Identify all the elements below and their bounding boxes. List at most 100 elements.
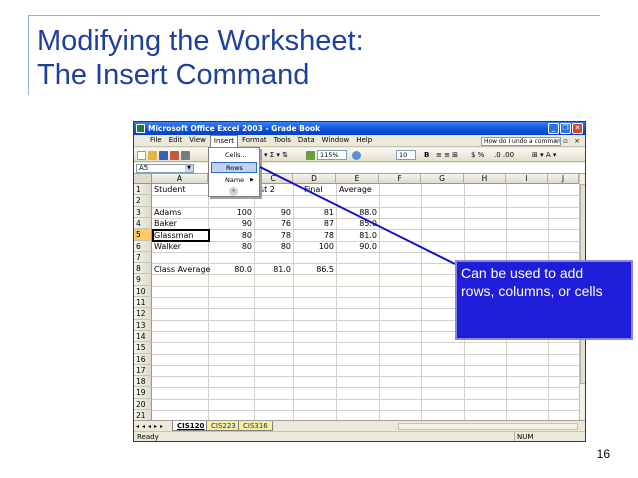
row-header-1[interactable]: 1	[134, 184, 152, 196]
decimal-icons[interactable]: .0 .00	[494, 150, 514, 160]
cell-e3[interactable]: 88.0	[336, 207, 377, 218]
expand-menu-chevron-icon[interactable]: »	[229, 187, 238, 196]
bold-icon[interactable]: B	[424, 150, 429, 160]
menu-window[interactable]: Window	[319, 135, 353, 146]
chart-wizard-icon[interactable]	[306, 151, 315, 160]
cell-d5[interactable]: 78	[293, 230, 334, 241]
menu-item-name[interactable]: Name ▶	[211, 175, 257, 186]
zoom-select[interactable]: 115%	[317, 150, 347, 160]
cell-e1[interactable]: Average	[339, 184, 379, 195]
menu-edit[interactable]: Edit	[166, 135, 186, 146]
cell-e6[interactable]: 90.0	[336, 241, 377, 252]
autosum-icon[interactable]: ▾ Σ ▾ ⇅	[264, 150, 288, 160]
cell-a8[interactable]: Class Average	[154, 264, 214, 275]
row-header-3[interactable]: 3	[134, 206, 152, 218]
cell-d8[interactable]: 86.5	[293, 264, 334, 275]
menu-help[interactable]: Help	[353, 135, 375, 146]
row-header-10[interactable]: 10	[134, 285, 152, 298]
cell-a6[interactable]: Walker	[154, 241, 208, 252]
column-header-a[interactable]: A	[152, 174, 208, 184]
align-icons[interactable]: ≡ ≡ ⊞	[436, 150, 458, 160]
cell-e5[interactable]: 81.0	[336, 230, 377, 241]
cell-d3[interactable]: 81	[293, 207, 334, 218]
menu-file[interactable]: File	[147, 135, 165, 146]
name-box[interactable]: A5 ▼	[136, 164, 194, 173]
cell-a3[interactable]: Adams	[154, 207, 208, 218]
excel-app-icon	[136, 124, 145, 133]
open-icon[interactable]	[148, 151, 157, 160]
row-header-4[interactable]: 4	[134, 217, 152, 230]
row-header-9[interactable]: 9	[134, 274, 152, 286]
menu-format[interactable]: Format	[239, 135, 270, 146]
restore-icon[interactable]: ❐	[560, 123, 571, 134]
row-header-19[interactable]: 19	[134, 387, 152, 399]
font-size-select[interactable]: 10	[396, 150, 416, 160]
minimize-icon[interactable]: _	[548, 123, 559, 134]
cell-c6[interactable]: 80	[254, 241, 291, 252]
currency-icon[interactable]: $ %	[471, 150, 484, 160]
new-icon[interactable]	[137, 151, 146, 160]
save-icon[interactable]	[159, 151, 168, 160]
column-header-j[interactable]: J	[548, 174, 579, 184]
cell-b8[interactable]: 80.0	[208, 264, 252, 275]
row-header-7[interactable]: 7	[134, 251, 152, 264]
cell-e4[interactable]: 85.0	[336, 218, 377, 229]
chevron-down-icon[interactable]: ▼	[185, 165, 193, 172]
cell-c8[interactable]: 81.0	[254, 264, 291, 275]
menu-item-cells[interactable]: Cells...	[211, 150, 257, 161]
column-header-e[interactable]: E	[336, 174, 379, 184]
cell-c5[interactable]: 78	[254, 230, 291, 241]
sheet-tab-cis223[interactable]: CIS223	[206, 421, 241, 431]
ask-question-input[interactable]: How do I undo a command?	[481, 137, 561, 146]
row-header-17[interactable]: 17	[134, 364, 152, 377]
row-header-2[interactable]: 2	[134, 195, 152, 207]
slide-title-line-2: The Insert Command	[37, 59, 310, 91]
cell-a4[interactable]: Baker	[154, 218, 208, 229]
sheet-tab-cis316[interactable]: CIS316	[238, 421, 273, 431]
row-header-13[interactable]: 13	[134, 319, 152, 331]
help-icon[interactable]	[352, 151, 361, 160]
row-header-15[interactable]: 15	[134, 342, 152, 354]
menu-data[interactable]: Data	[295, 135, 318, 146]
column-header-h[interactable]: H	[464, 174, 506, 184]
row-header-14[interactable]: 14	[134, 330, 152, 343]
sheet-nav-arrows-icon[interactable]: ◂◂◂▸▸	[136, 422, 166, 431]
column-header-i[interactable]: I	[506, 174, 548, 184]
row-header-21[interactable]: 21	[134, 410, 152, 420]
cell-c3[interactable]: 90	[254, 207, 291, 218]
cell-b6[interactable]: 80	[208, 241, 252, 252]
sheet-tab-cis120[interactable]: CIS120	[172, 421, 210, 431]
row-header-8[interactable]: 8	[134, 263, 152, 275]
menu-tools[interactable]: Tools	[271, 135, 294, 146]
cell-b4[interactable]: 90	[208, 218, 252, 229]
cell-b3[interactable]: 100	[208, 207, 252, 218]
row-header-5[interactable]: 5	[134, 229, 152, 241]
column-header-d[interactable]: D	[293, 174, 336, 184]
cell-b5[interactable]: 80	[208, 230, 252, 241]
print-icon[interactable]	[181, 151, 190, 160]
border-icons[interactable]: ⊞ ▾ A ▾	[532, 150, 556, 160]
row-header-18[interactable]: 18	[134, 376, 152, 388]
active-cell-a5[interactable]	[152, 229, 210, 242]
horizontal-scrollbar[interactable]	[398, 423, 578, 430]
row-header-6[interactable]: 6	[134, 240, 152, 252]
cell-a1[interactable]: Student	[154, 184, 208, 195]
select-all-corner[interactable]	[134, 174, 152, 184]
menu-item-rows[interactable]: Rows	[211, 162, 257, 173]
permission-icon[interactable]	[170, 151, 179, 160]
menu-view[interactable]: View	[186, 135, 209, 146]
cell-d1[interactable]: Final	[304, 184, 336, 195]
cell-d4[interactable]: 87	[293, 218, 334, 229]
cell-d6[interactable]: 100	[293, 241, 334, 252]
row-header-12[interactable]: 12	[134, 308, 152, 320]
column-header-f[interactable]: F	[379, 174, 421, 184]
column-header-g[interactable]: G	[421, 174, 464, 184]
menu-window-controls[interactable]: - ▫ ×	[554, 137, 582, 145]
row-header-20[interactable]: 20	[134, 398, 152, 411]
close-icon[interactable]: ✕	[572, 123, 583, 134]
menu-insert[interactable]: Insert	[209, 134, 238, 147]
row-header-11[interactable]: 11	[134, 297, 152, 309]
row-header-16[interactable]: 16	[134, 353, 152, 365]
cell-c4[interactable]: 76	[254, 218, 291, 229]
cell-c1[interactable]: est 2	[255, 184, 293, 195]
